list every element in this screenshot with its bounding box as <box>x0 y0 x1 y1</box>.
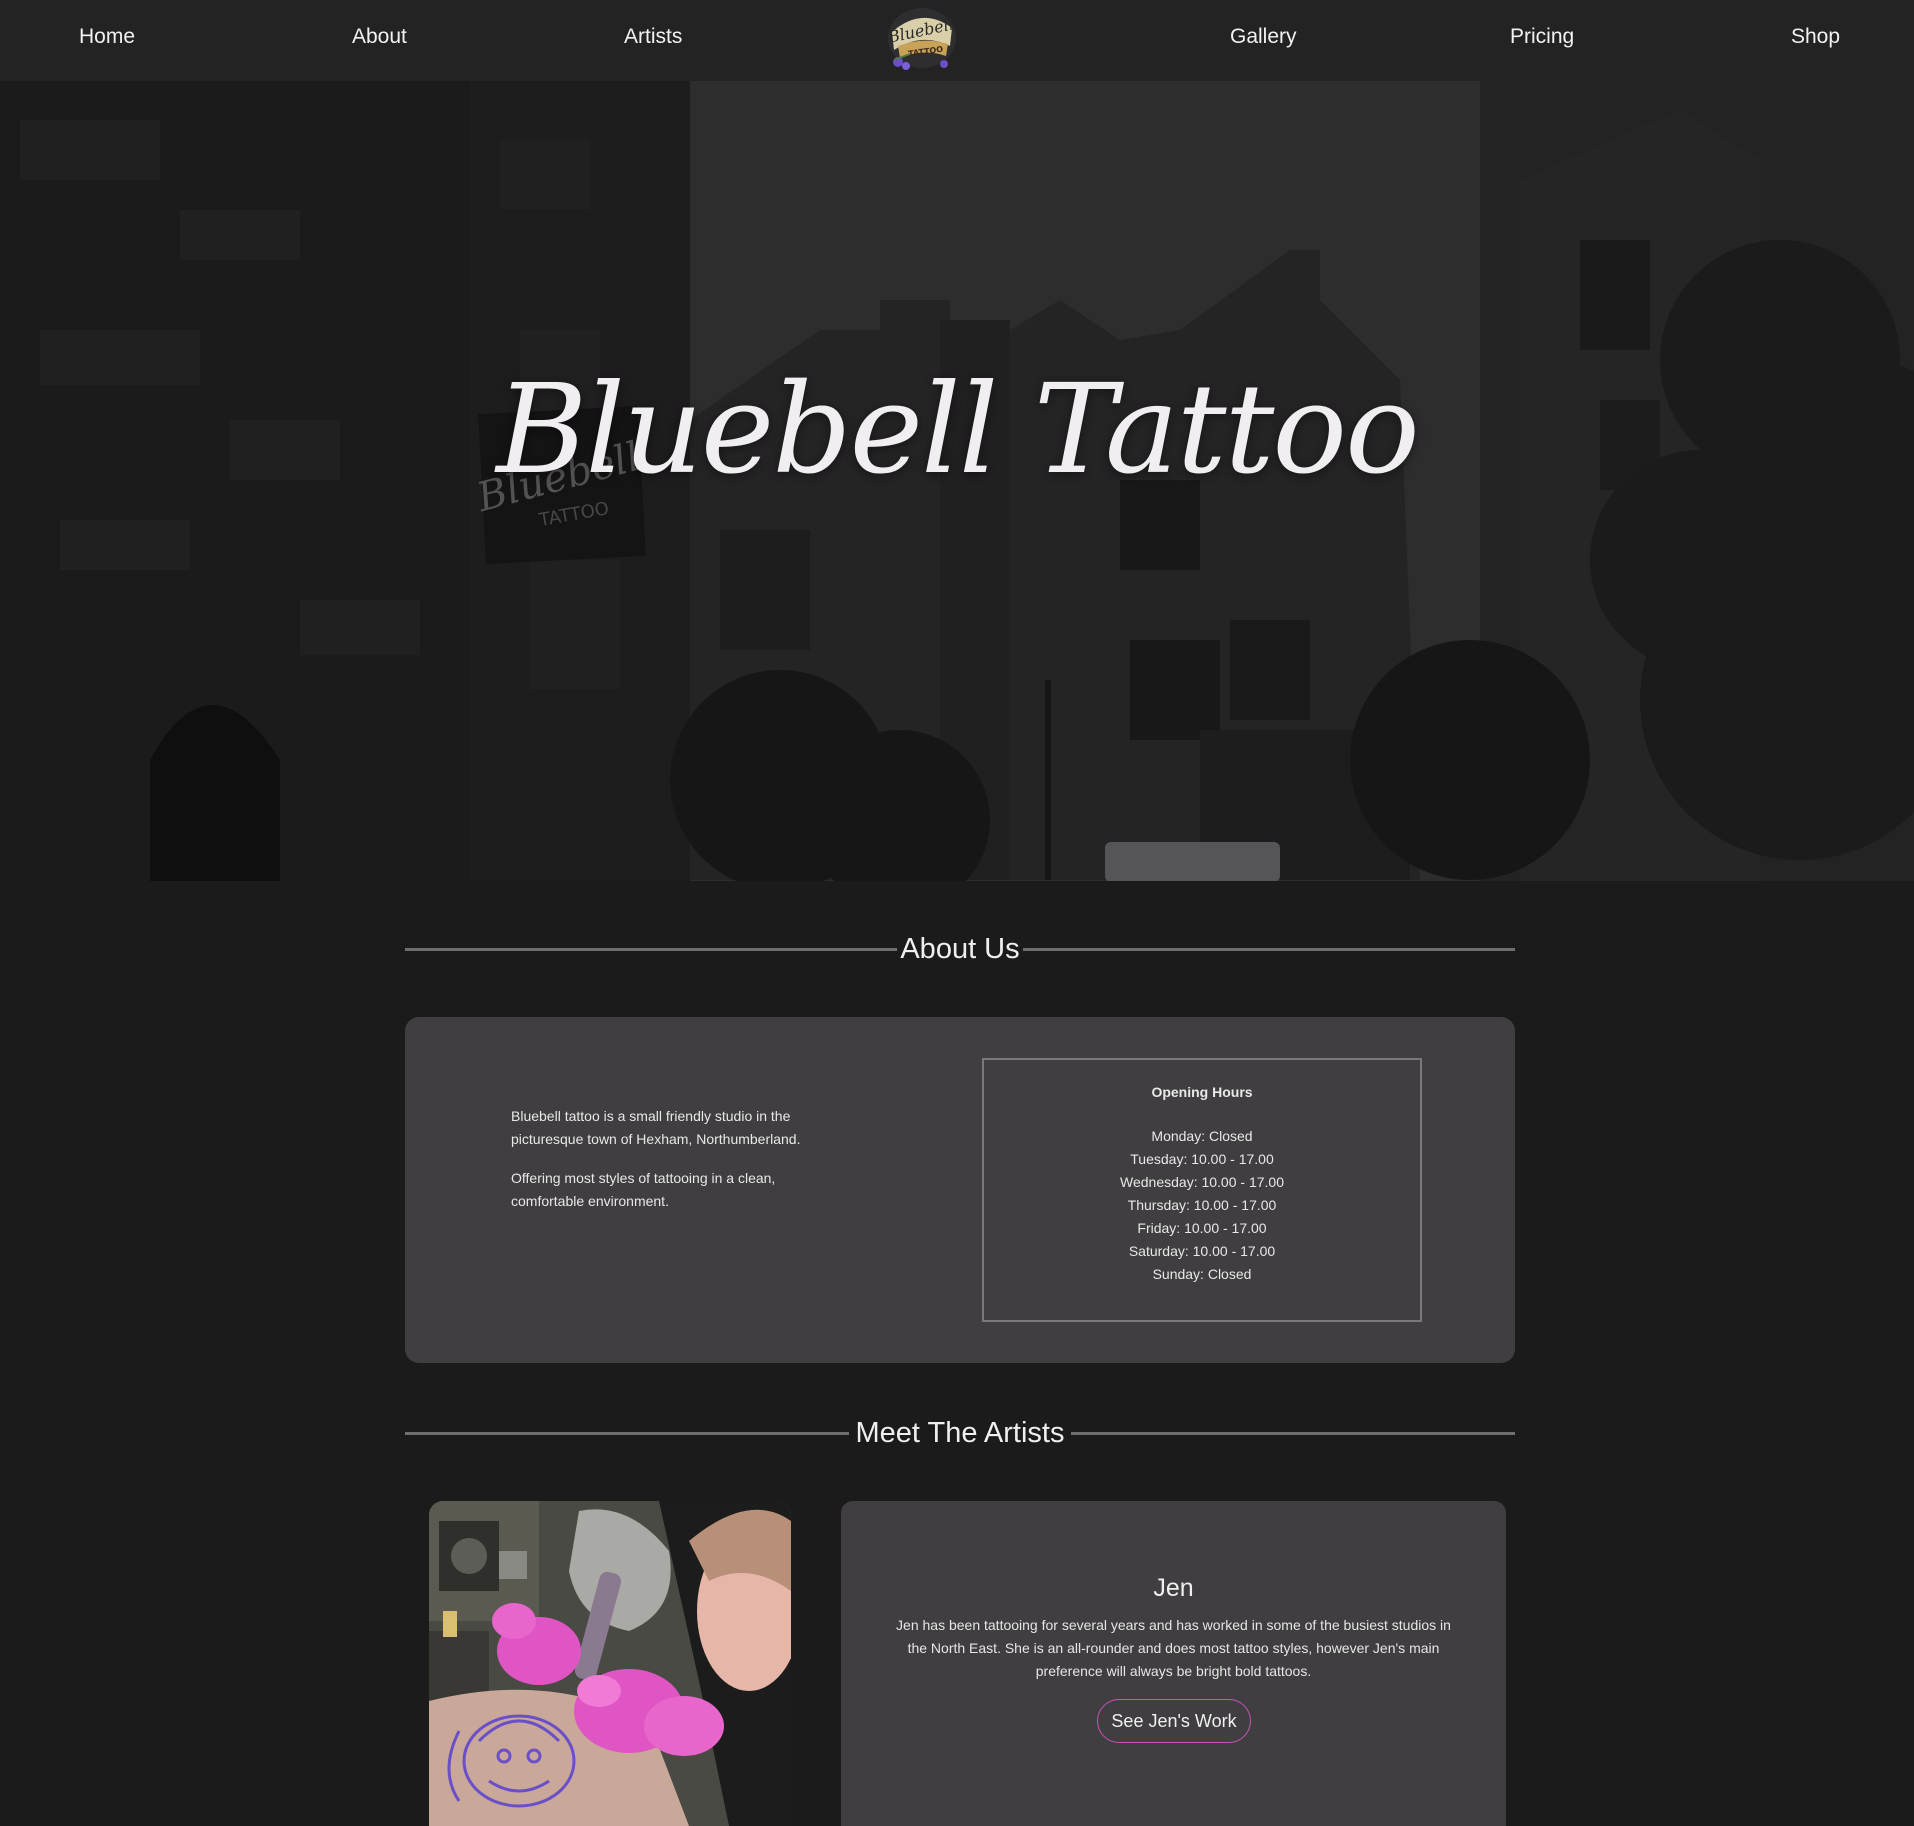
hours-wednesday: Wednesday: 10.00 - 17.00 <box>1120 1174 1284 1190</box>
logo-graphic: Bluebell TATTOO <box>885 8 956 70</box>
artist-card-jen: Jen Jen has been tattooing for several y… <box>841 1501 1506 1826</box>
artists-heading-label: Meet The Artists <box>855 1417 1065 1449</box>
artist-name: Jen <box>1153 1574 1194 1602</box>
bluebell-logo[interactable]: Bluebell TATTOO <box>884 2 960 74</box>
opening-hours-list: Monday: Closed Tuesday: 10.00 - 17.00 We… <box>984 1125 1420 1286</box>
about-description: Bluebell tattoo is a small friendly stud… <box>511 1105 841 1229</box>
about-heading: About Us <box>405 929 1515 969</box>
opening-hours-box: Opening Hours Monday: Closed Tuesday: 10… <box>982 1058 1422 1322</box>
see-work-button[interactable]: See Jen's Work <box>1097 1699 1251 1743</box>
artists-heading: Meet The Artists <box>405 1413 1515 1453</box>
hours-saturday: Saturday: 10.00 - 17.00 <box>1128 1243 1276 1259</box>
about-heading-label: About Us <box>900 933 1020 965</box>
about-paragraph: Offering most styles of tattooing in a c… <box>511 1170 776 1209</box>
about-paragraph: Bluebell tattoo is a small friendly stud… <box>511 1108 801 1147</box>
artist-photo-jen <box>429 1501 791 1826</box>
hero-banner: Bluebell TATTOO Bluebell Tattoo <box>0 0 1914 881</box>
top-navigation: Home About Artists Bluebell TATTOO Galle… <box>0 0 1914 81</box>
hours-thursday: Thursday: 10.00 - 17.00 <box>1127 1197 1277 1213</box>
about-card: Bluebell tattoo is a small friendly stud… <box>405 1017 1515 1363</box>
nav-pricing-link[interactable]: Pricing <box>1510 24 1574 50</box>
opening-hours-title: Opening Hours <box>1151 1084 1253 1100</box>
hours-friday: Friday: 10.00 - 17.00 <box>1137 1220 1267 1236</box>
nav-home-link[interactable]: Home <box>79 24 135 50</box>
hours-monday: Monday: Closed <box>1151 1128 1253 1144</box>
hero-title: Bluebell Tattoo <box>496 358 1420 502</box>
nav-gallery-link[interactable]: Gallery <box>1230 24 1297 50</box>
nav-artists-link[interactable]: Artists <box>624 24 682 50</box>
artist-bio: Jen has been tattooing for several years… <box>896 1617 1451 1679</box>
hours-tuesday: Tuesday: 10.00 - 17.00 <box>1130 1151 1274 1167</box>
nav-about-link[interactable]: About <box>352 24 407 50</box>
tattoo-session-photo <box>429 1501 791 1826</box>
hours-sunday: Sunday: Closed <box>1152 1266 1252 1282</box>
nav-shop-link[interactable]: Shop <box>1791 24 1840 50</box>
